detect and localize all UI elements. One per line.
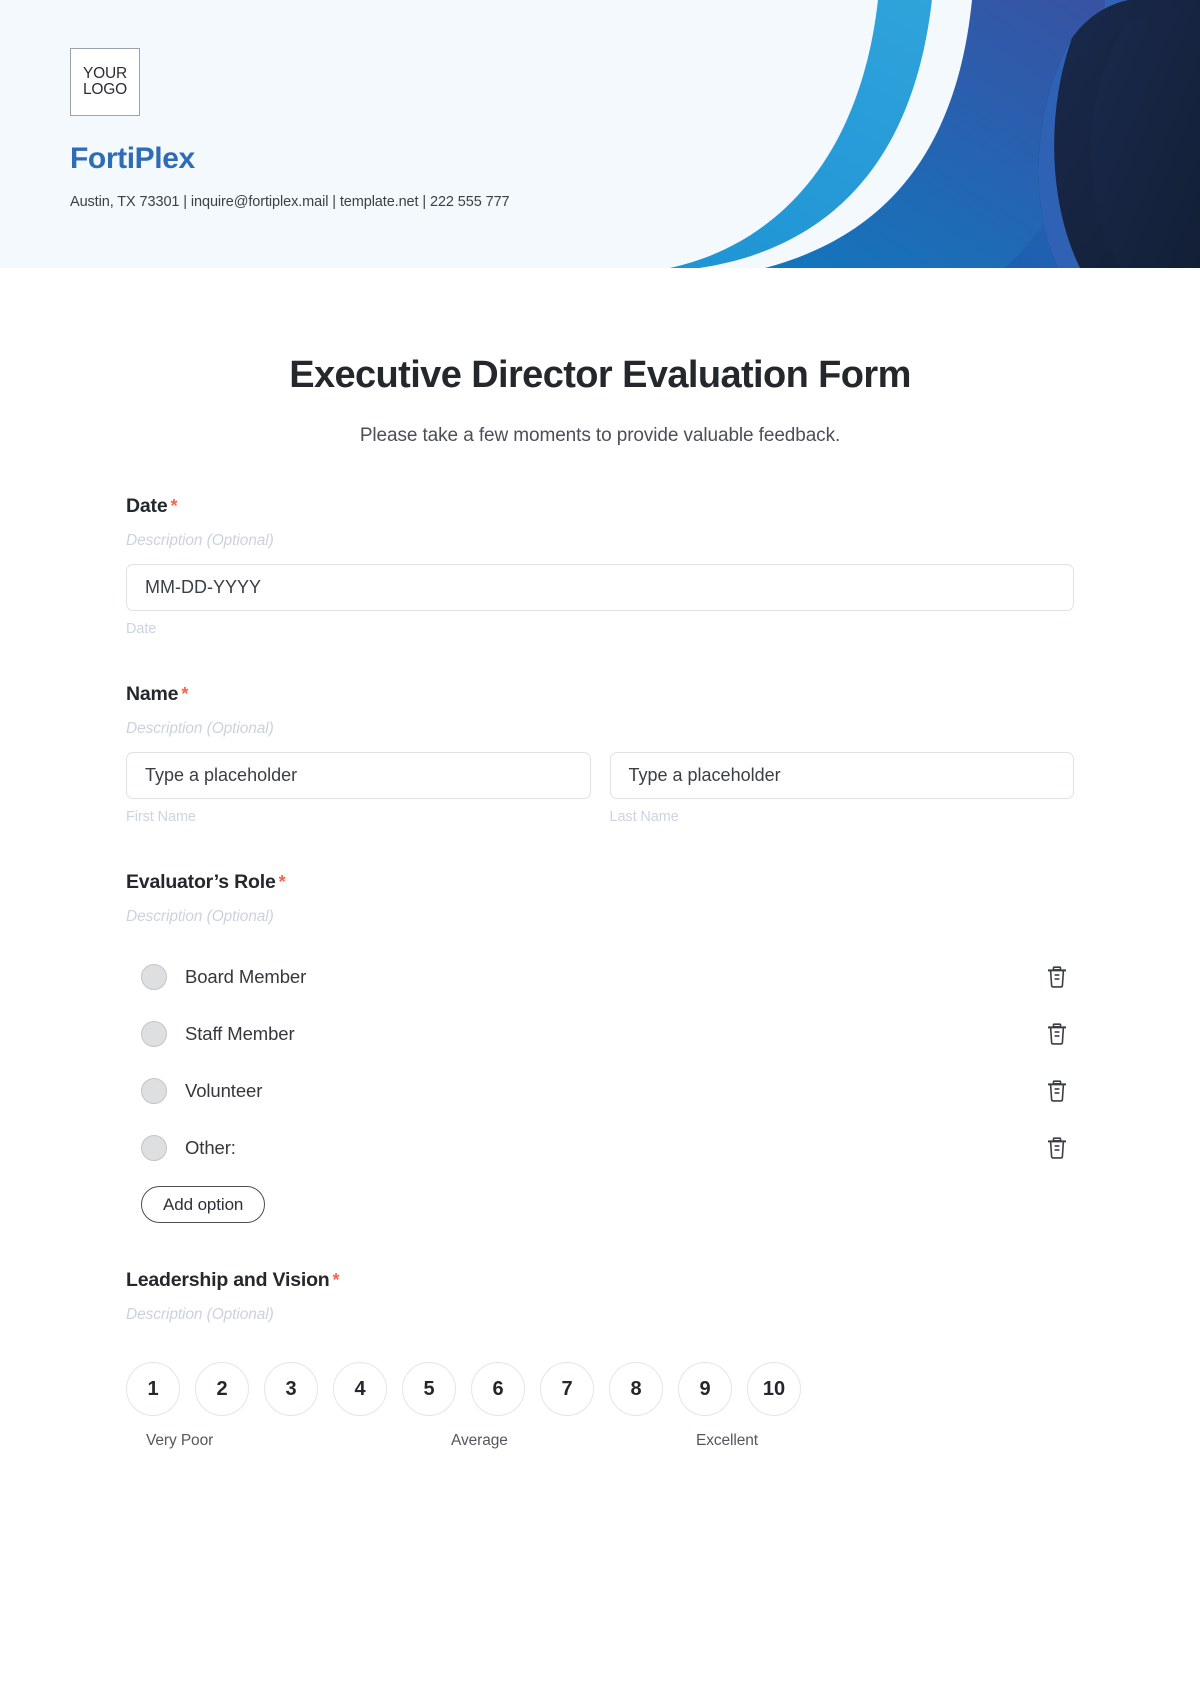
date-input[interactable]: MM-DD-YYYY: [126, 564, 1074, 611]
required-asterisk: *: [170, 496, 178, 516]
last-name-placeholder: Type a placeholder: [628, 765, 781, 785]
field-date: Date * Description (Optional) MM-DD-YYYY …: [126, 495, 1074, 637]
first-name-sublabel: First Name: [126, 809, 196, 825]
rating-scale-labels: Very Poor Average Excellent: [126, 1432, 801, 1454]
radio-option-list: Board Member Staff Member Volunteer Othe…: [126, 948, 1074, 1223]
name-input-row: Type a placeholder First Name Type a pla…: [126, 738, 1074, 825]
rating-option-2[interactable]: 2: [195, 1362, 249, 1416]
add-option-button[interactable]: Add option: [141, 1186, 266, 1223]
rating-option-1[interactable]: 1: [126, 1362, 180, 1416]
trash-icon[interactable]: [1044, 1020, 1070, 1048]
brand-contact-line: Austin, TX 73301 | inquire@fortiplex.mai…: [70, 194, 510, 210]
field-description-leadership-and-vision: Description (Optional): [126, 1306, 274, 1323]
last-name-sublabel: Last Name: [609, 809, 679, 825]
brand-block: YOUR LOGO FortiPlex Austin, TX 73301 | i…: [70, 48, 510, 210]
brand-name: FortiPlex: [70, 142, 195, 175]
first-name-placeholder: Type a placeholder: [145, 765, 298, 785]
field-description-date: Description (Optional): [126, 532, 274, 549]
field-label-date: Date *: [126, 495, 178, 517]
rating-label-mid: Average: [451, 1432, 508, 1449]
radio-option-row[interactable]: Staff Member: [126, 1005, 1074, 1062]
date-input-placeholder: MM-DD-YYYY: [145, 577, 261, 597]
last-name-group: Type a placeholder Last Name: [609, 738, 1074, 825]
field-description-evaluators-role: Description (Optional): [126, 908, 274, 925]
rating-option-8[interactable]: 8: [609, 1362, 663, 1416]
rating-scale: 1 2 3 4 5 6 7 8 9 10 Very Poor Average E…: [126, 1362, 1074, 1454]
form-body: Executive Director Evaluation Form Pleas…: [0, 354, 1200, 1454]
last-name-input[interactable]: Type a placeholder: [609, 752, 1074, 799]
first-name-group: Type a placeholder First Name: [126, 738, 591, 825]
field-description-name: Description (Optional): [126, 720, 274, 737]
header-decorative-swirl: [670, 0, 1200, 268]
required-asterisk: *: [332, 1270, 340, 1290]
first-name-input[interactable]: Type a placeholder: [126, 752, 591, 799]
radio-option-row[interactable]: Other:: [126, 1119, 1074, 1176]
rating-option-9[interactable]: 9: [678, 1362, 732, 1416]
radio-option-label: Board Member: [185, 965, 307, 987]
date-input-sublabel: Date: [126, 621, 157, 637]
field-label-leadership-and-vision: Leadership and Vision *: [126, 1269, 340, 1291]
required-asterisk: *: [181, 684, 189, 704]
rating-option-3[interactable]: 3: [264, 1362, 318, 1416]
required-asterisk: *: [278, 872, 286, 892]
field-label-name: Name *: [126, 683, 189, 705]
radio-option-label: Other:: [185, 1136, 236, 1158]
radio-button-icon[interactable]: [141, 1020, 167, 1047]
trash-icon[interactable]: [1044, 1077, 1070, 1105]
page-title: Executive Director Evaluation Form: [289, 354, 911, 396]
field-label-evaluators-role: Evaluator’s Role *: [126, 871, 286, 893]
field-leadership-and-vision: Leadership and Vision * Description (Opti…: [126, 1269, 1074, 1454]
radio-button-icon[interactable]: [141, 963, 167, 990]
radio-option-row[interactable]: Volunteer: [126, 1062, 1074, 1119]
page-header: YOUR LOGO FortiPlex Austin, TX 73301 | i…: [0, 0, 1200, 268]
radio-option-row[interactable]: Board Member: [126, 948, 1074, 1005]
radio-button-icon[interactable]: [141, 1077, 167, 1104]
page-subtitle: Please take a few moments to provide val…: [359, 425, 841, 446]
trash-icon[interactable]: [1044, 1134, 1070, 1162]
field-name: Name * Description (Optional) Type a plac…: [126, 683, 1074, 825]
radio-option-label: Staff Member: [185, 1022, 295, 1044]
logo-line-1: YOUR: [83, 64, 127, 82]
trash-icon[interactable]: [1044, 963, 1070, 991]
rating-option-10[interactable]: 10: [747, 1362, 801, 1416]
rating-option-5[interactable]: 5: [402, 1362, 456, 1416]
rating-option-7[interactable]: 7: [540, 1362, 594, 1416]
rating-option-4[interactable]: 4: [333, 1362, 387, 1416]
rating-label-low: Very Poor: [146, 1432, 214, 1449]
radio-option-label: Volunteer: [185, 1079, 263, 1101]
logo-line-2: LOGO: [83, 81, 127, 98]
field-evaluators-role: Evaluator’s Role * Description (Optional)…: [126, 871, 1074, 1223]
logo-placeholder: YOUR LOGO: [70, 48, 140, 116]
radio-button-icon[interactable]: [141, 1134, 167, 1161]
rating-scale-row: 1 2 3 4 5 6 7 8 9 10: [126, 1362, 1074, 1416]
rating-option-6[interactable]: 6: [471, 1362, 525, 1416]
rating-label-high: Excellent: [696, 1432, 758, 1449]
